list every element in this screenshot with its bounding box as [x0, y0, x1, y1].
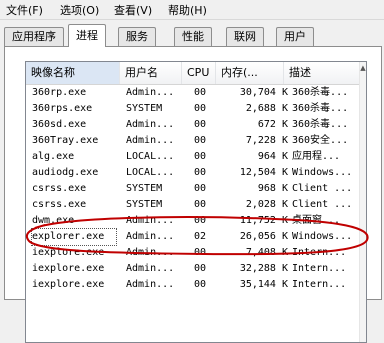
red-annotation-circle: [25, 216, 369, 256]
tab-strip: 应用程序 进程 服务 性能 联网 用户: [4, 24, 380, 47]
menu-bar: 文件(F) 选项(O) 查看(V) 帮助(H): [0, 0, 384, 20]
menu-options[interactable]: 选项(O): [60, 2, 99, 18]
tab-networking[interactable]: 联网: [226, 27, 264, 46]
tab-applications[interactable]: 应用程序: [4, 27, 64, 46]
processes-panel: 映像名称 用户名 CPU 内存(... 描述 360rp.exe Admin...…: [4, 46, 382, 343]
tab-processes[interactable]: 进程: [68, 24, 106, 47]
menu-file[interactable]: 文件(F): [6, 2, 43, 18]
tab-services[interactable]: 服务: [118, 27, 156, 46]
tab-performance[interactable]: 性能: [174, 27, 212, 46]
menu-help[interactable]: 帮助(H): [168, 2, 207, 18]
menu-view[interactable]: 查看(V): [114, 2, 152, 18]
tab-users[interactable]: 用户: [276, 27, 314, 46]
